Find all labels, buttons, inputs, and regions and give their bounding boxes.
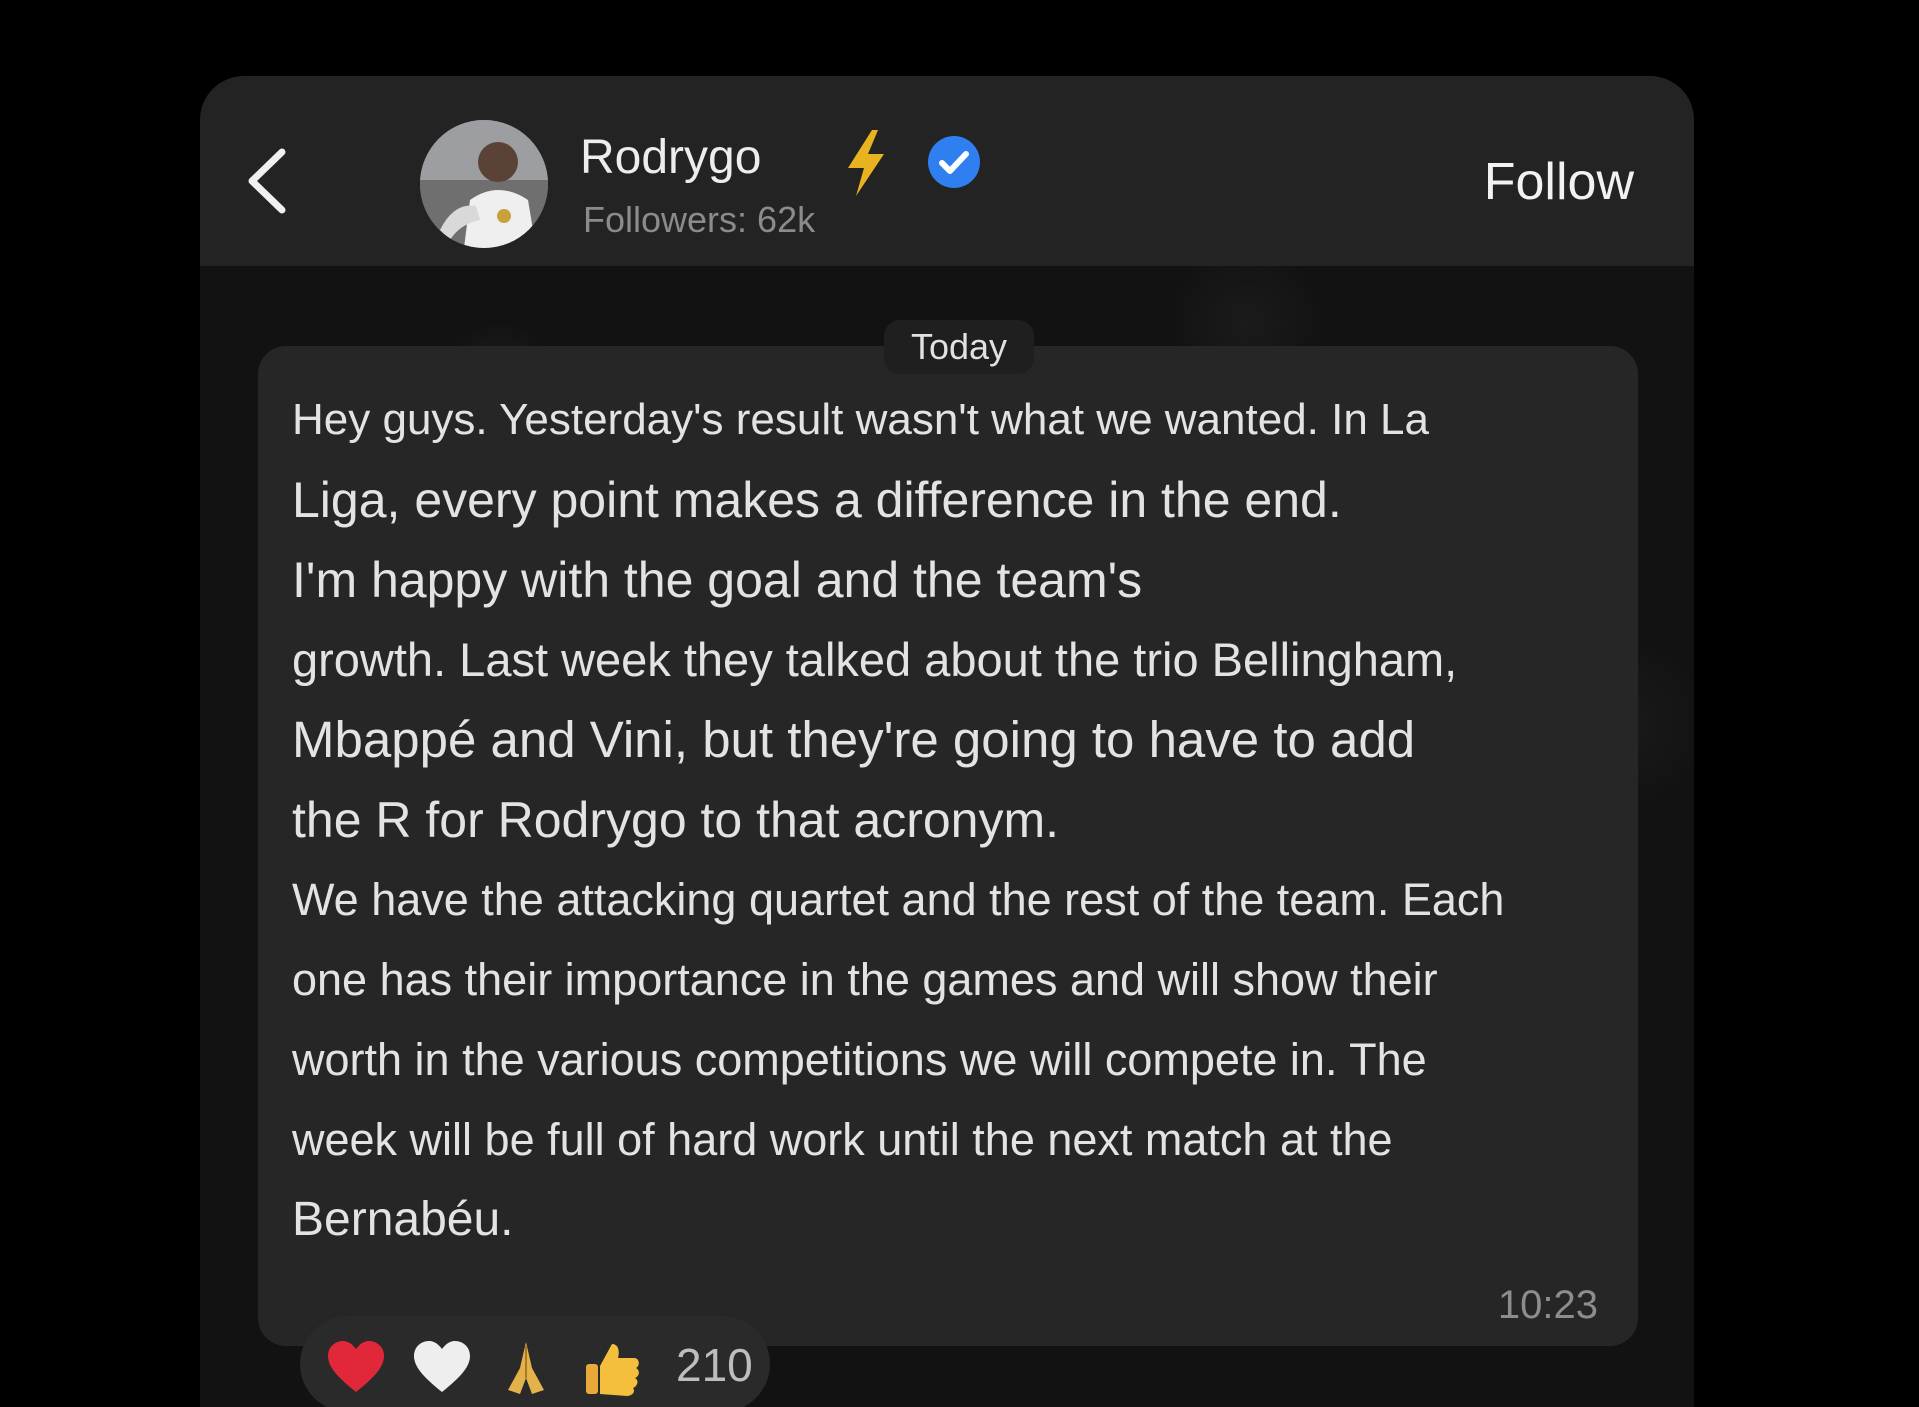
- channel-name: Rodrygo: [580, 131, 762, 184]
- back-button[interactable]: [240, 146, 300, 216]
- channel-header: Rodrygo Followers: 62k Follow: [200, 76, 1694, 266]
- message-line: Liga, every point makes a difference in …: [292, 472, 1342, 528]
- reactions-bar[interactable]: 210: [300, 1316, 770, 1407]
- date-separator: Today: [884, 320, 1034, 374]
- thumbs-up-icon: [586, 1344, 639, 1396]
- message-line: Bernabéu.: [292, 1193, 514, 1246]
- message-line: week will be full of hard work until the…: [292, 1114, 1393, 1165]
- message-timestamp: 10:23: [1497, 1283, 1598, 1327]
- message-line: worth in the various competitions we wil…: [292, 1034, 1427, 1085]
- verified-icon: [928, 136, 980, 188]
- message-line: We have the attacking quartet and the re…: [292, 874, 1505, 925]
- followers-count: Followers: 62k: [583, 199, 816, 240]
- message-bubble[interactable]: Hey guys. Yesterday's result wasn't what…: [258, 346, 1638, 1346]
- avatar[interactable]: [420, 120, 548, 248]
- message-line: one has their importance in the games an…: [292, 954, 1438, 1005]
- message-text: Hey guys. Yesterday's result wasn't what…: [292, 380, 1602, 1260]
- follow-button[interactable]: Follow: [1484, 156, 1634, 208]
- praying-hands-icon: [508, 1342, 544, 1394]
- white-heart-icon: [414, 1341, 470, 1392]
- red-heart-icon: [328, 1341, 384, 1392]
- message-line: Hey guys. Yesterday's result wasn't what…: [292, 395, 1429, 444]
- message-line: the R for Rodrygo to that acronym.: [292, 792, 1060, 848]
- message-line: Mbappé and Vini, but they're going to ha…: [292, 711, 1416, 768]
- reaction-count: 210: [676, 1339, 753, 1391]
- message-line: growth. Last week they talked about the …: [292, 633, 1458, 686]
- chat-window: Rodrygo Followers: 62k Follow Hey guys. …: [200, 76, 1694, 1407]
- message-line: I'm happy with the goal and the team's: [292, 552, 1143, 608]
- chevron-left-icon: [248, 148, 286, 214]
- lightning-icon: [848, 130, 884, 196]
- profile-photo: [420, 120, 548, 248]
